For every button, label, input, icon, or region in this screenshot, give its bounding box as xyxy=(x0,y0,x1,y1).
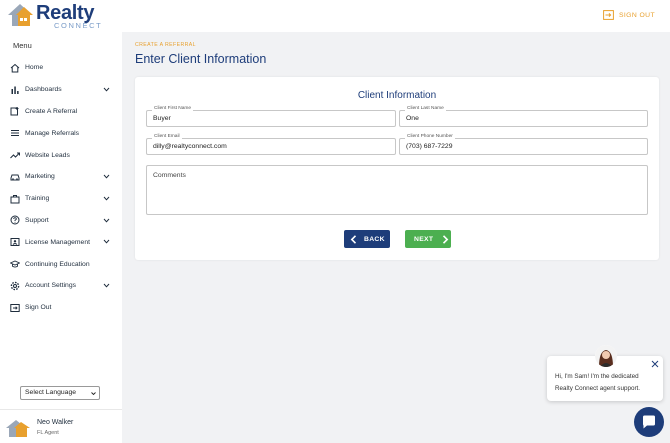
sign-out-icon xyxy=(603,10,614,20)
chevron-down-icon[interactable] xyxy=(103,173,110,180)
chat-bubble-icon xyxy=(643,415,655,429)
sidebar-item-home[interactable]: Home xyxy=(0,57,122,79)
close-icon[interactable] xyxy=(651,360,659,368)
bar-chart-icon xyxy=(10,85,20,95)
last-name-field[interactable]: Client Last Name One xyxy=(399,106,648,127)
chevron-down-icon[interactable] xyxy=(103,282,110,289)
next-label: NEXT xyxy=(414,235,434,243)
sidebar-item-label: Training xyxy=(25,195,50,203)
sidebar-item-continuing-education[interactable]: Continuing Education xyxy=(0,253,122,275)
chevron-down-icon[interactable] xyxy=(103,238,110,245)
chat-message-line: Realty Connect agent support. xyxy=(555,384,641,392)
chevron-down-icon[interactable] xyxy=(103,86,110,93)
id-card-icon xyxy=(10,237,20,247)
back-label: BACK xyxy=(364,235,385,243)
sidebar-item-website-leads[interactable]: Website Leads xyxy=(0,144,122,166)
field-label: Client Email xyxy=(152,134,182,139)
field-label: Client First Name xyxy=(152,106,194,111)
language-select-value: Select Language xyxy=(25,389,77,396)
chevron-down-icon xyxy=(91,392,96,396)
logo-subtitle: CONNECT xyxy=(54,21,103,30)
next-button[interactable]: NEXT xyxy=(405,230,451,248)
sign-out-icon xyxy=(10,303,20,313)
car-icon xyxy=(10,172,20,182)
field-label: Client Last Name xyxy=(405,106,446,111)
sidebar-item-account-settings[interactable]: Account Settings xyxy=(0,275,122,297)
chevron-left-icon xyxy=(350,234,357,244)
sidebar-item-label: Account Settings xyxy=(25,282,77,290)
back-button[interactable]: BACK xyxy=(344,230,390,248)
sidebar-item-label: Home xyxy=(25,64,44,72)
avatar xyxy=(6,420,30,437)
create-referral-icon xyxy=(10,106,20,116)
house-logo-icon xyxy=(8,4,33,26)
language-select[interactable]: Select Language xyxy=(20,386,100,400)
sidebar-item-label: Continuing Education xyxy=(25,260,90,268)
email-field[interactable]: Client Email dilly@realtyconnect.com xyxy=(146,134,396,155)
sidebar-item-dashboards[interactable]: Dashboards xyxy=(0,79,122,101)
field-value: (703) 687-7229 xyxy=(406,143,453,150)
sidebar-item-label: Create A Referral xyxy=(25,107,78,115)
menu-heading: Menu xyxy=(13,41,32,50)
sidebar-item-label: Dashboards xyxy=(25,86,62,94)
field-value: Buyer xyxy=(153,115,171,122)
sidebar-item-manage-referrals[interactable]: Manage Referrals xyxy=(0,122,122,144)
graduation-cap-icon xyxy=(10,259,20,269)
trending-icon xyxy=(10,150,20,160)
sidebar-item-label: Sign Out xyxy=(25,304,52,312)
help-icon xyxy=(10,215,20,225)
breadcrumb: CREATE A REFERRAL xyxy=(135,42,196,48)
comments-textarea[interactable]: Comments xyxy=(146,165,648,215)
comments-placeholder: Comments xyxy=(153,172,186,179)
home-icon xyxy=(10,63,20,73)
phone-field[interactable]: Client Phone Number (703) 687-7229 xyxy=(399,134,648,155)
top-bar: SIGN OUT xyxy=(122,0,670,32)
chevron-right-icon xyxy=(443,234,449,244)
sidebar-item-label: Website Leads xyxy=(25,151,70,159)
user-name: Neo Walker xyxy=(37,419,74,426)
support-agent-avatar xyxy=(595,345,617,367)
chat-message-line: Hi, I'm Sam! I'm the dedicated xyxy=(555,373,639,380)
sidebar: Realty CONNECT Menu Home Dashboards Crea… xyxy=(0,0,122,443)
field-label: Client Phone Number xyxy=(405,134,455,139)
field-value: One xyxy=(406,115,419,122)
sidebar-item-label: Marketing xyxy=(25,173,55,181)
sidebar-item-license-management[interactable]: License Management xyxy=(0,231,122,253)
chat-message: Hi, I'm Sam! I'm the dedicated Realty Co… xyxy=(555,371,659,394)
chevron-down-icon[interactable] xyxy=(103,217,110,224)
list-icon xyxy=(10,128,20,138)
sidebar-item-support[interactable]: Support xyxy=(0,210,122,232)
sidebar-item-label: Support xyxy=(25,216,49,224)
sign-out-button[interactable]: SIGN OUT xyxy=(603,10,655,20)
sign-out-label: SIGN OUT xyxy=(618,11,655,19)
sidebar-item-marketing[interactable]: Marketing xyxy=(0,166,122,188)
sidebar-item-training[interactable]: Training xyxy=(0,188,122,210)
briefcase-icon xyxy=(10,194,20,204)
sidebar-item-create-referral[interactable]: Create A Referral xyxy=(0,101,122,123)
realty-connect-logo[interactable]: Realty CONNECT xyxy=(6,2,106,30)
sidebar-item-label: Manage Referrals xyxy=(25,129,80,137)
chevron-down-icon[interactable] xyxy=(103,195,110,202)
gear-icon xyxy=(10,281,20,291)
user-role: FL Agent xyxy=(37,430,59,436)
page-title: Enter Client Information xyxy=(135,52,267,66)
chat-launcher-button[interactable] xyxy=(634,407,664,437)
field-value: dilly@realtyconnect.com xyxy=(153,143,227,150)
sidebar-item-sign-out[interactable]: Sign Out xyxy=(0,297,122,319)
sidebar-nav: Home Dashboards Create A Referral Manage… xyxy=(0,57,122,319)
first-name-field[interactable]: Client First Name Buyer xyxy=(146,106,396,127)
client-info-card: Client Information Client First Name Buy… xyxy=(135,77,659,260)
chat-popup[interactable]: Hi, I'm Sam! I'm the dedicated Realty Co… xyxy=(547,345,663,401)
user-profile[interactable]: Neo Walker FL Agent xyxy=(0,409,122,443)
sidebar-item-label: License Management xyxy=(25,238,90,246)
card-title: Client Information xyxy=(357,90,437,101)
